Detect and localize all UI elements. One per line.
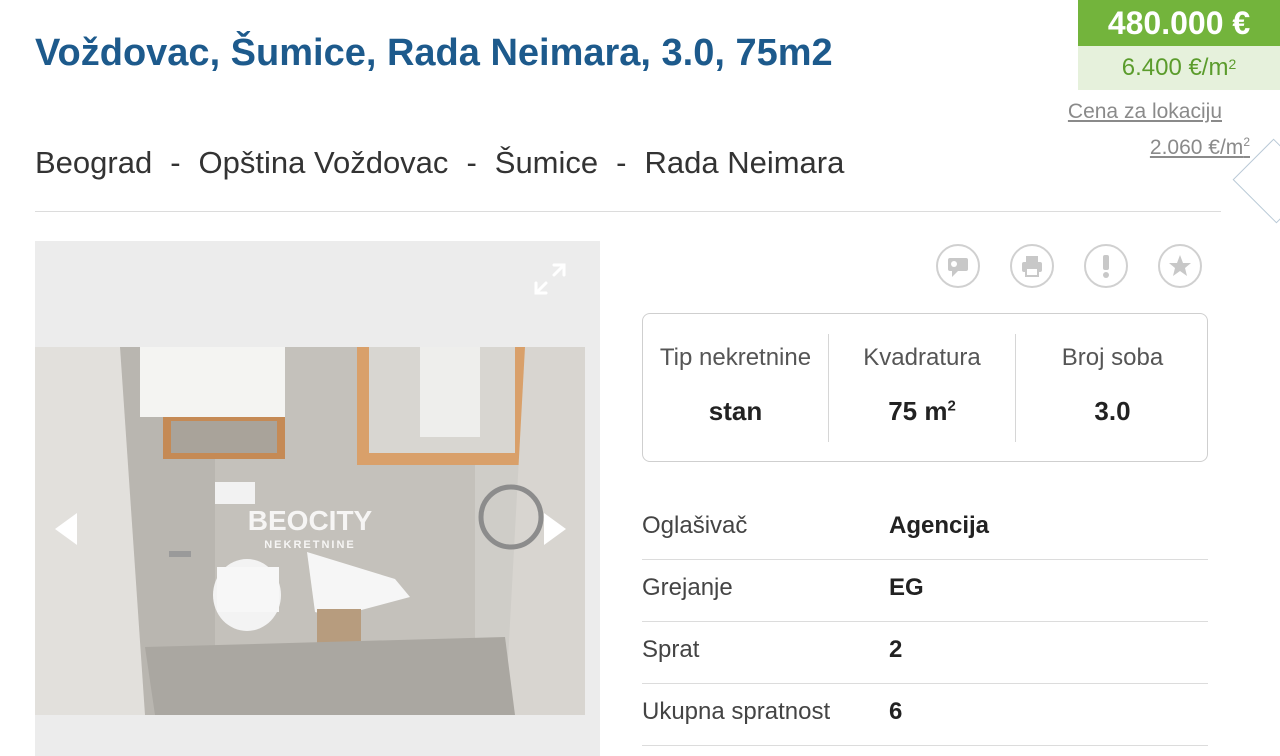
message-icon xyxy=(948,258,968,277)
breadcrumb-separator: - xyxy=(170,145,181,180)
summary-type-value: stan xyxy=(708,396,763,426)
favorite-star-icon xyxy=(1169,255,1191,276)
detail-key: Ukupna spratnost xyxy=(642,698,831,725)
summary-area-value: 75 m2 xyxy=(829,396,1015,427)
summary-area-exp: 2 xyxy=(947,397,956,415)
detail-value: EG xyxy=(889,574,924,601)
print-button[interactable] xyxy=(1010,244,1054,288)
price-per-m2: 6.400 €/m 2 xyxy=(1078,46,1280,90)
location-price-number: 2.060 €/m xyxy=(1149,136,1244,159)
summary-rooms-value: 3.0 xyxy=(1094,396,1131,426)
listing-title: Voždovac, Šumice, Rada Neimara, 3.0, 75m… xyxy=(35,32,833,74)
detail-row-total-floors: Ukupna spratnost 6 xyxy=(642,684,1208,746)
detail-value: Agencija xyxy=(889,512,990,539)
detail-value: 6 xyxy=(889,698,903,725)
summary-type-label: Tip nekretnine xyxy=(659,344,812,371)
bathroom-photo: BEOCITY NEKRETNINE xyxy=(35,347,585,715)
summary-rooms-label: Broj soba xyxy=(1061,344,1164,371)
price-per-m2-exp: 2 xyxy=(1228,56,1237,72)
breadcrumb: Beograd - Opština Voždovac - Šumice - Rada Nei… xyxy=(35,143,844,183)
detail-value: 2 xyxy=(889,636,903,663)
photo-gallery: BEOCITY NEKRETNINE xyxy=(35,241,600,756)
price-total: 480.000 € xyxy=(1078,0,1280,46)
price-per-m2-value: 6.400 €/m xyxy=(1121,54,1229,81)
arrow-right-icon[interactable] xyxy=(540,511,570,547)
report-icon xyxy=(1103,255,1109,278)
header-divider xyxy=(35,211,1221,212)
watermark-logo: BEOCITY xyxy=(248,505,373,536)
breadcrumb-separator: - xyxy=(616,145,627,180)
print-icon xyxy=(1022,256,1042,277)
detail-row-advertiser: Oglašivač Agencija xyxy=(642,498,1208,560)
expand-icon[interactable] xyxy=(532,261,568,297)
location-price-value[interactable]: 2.060 €/m2 xyxy=(1150,135,1250,160)
watermark-sub: NEKRETNINE xyxy=(264,539,356,551)
summary-area-label: Kvadratura xyxy=(863,344,981,371)
location-price-exp: 2 xyxy=(1243,135,1250,149)
breadcrumb-municipality[interactable]: Opština Voždovac xyxy=(199,145,449,180)
breadcrumb-street[interactable]: Rada Neimara xyxy=(644,145,844,180)
summary-area-number: 75 m xyxy=(888,396,948,426)
property-details: Oglašivač Agencija Grejanje EG Sprat 2 U… xyxy=(642,498,1208,746)
message-button[interactable] xyxy=(936,244,980,288)
summary-type: Tip nekretnine stan xyxy=(643,314,828,463)
location-price-link[interactable]: Cena za lokaciju xyxy=(1068,100,1222,124)
detail-key: Sprat xyxy=(642,636,700,663)
breadcrumb-separator: - xyxy=(466,145,477,180)
property-summary: Tip nekretnine stan Kvadratura 75 m2 Bro… xyxy=(642,313,1208,462)
detail-row-heating: Grejanje EG xyxy=(642,560,1208,622)
summary-rooms: Broj soba 3.0 xyxy=(1016,314,1209,463)
detail-key: Grejanje xyxy=(642,574,733,601)
breadcrumb-city[interactable]: Beograd xyxy=(35,145,152,180)
report-button[interactable] xyxy=(1084,244,1128,288)
detail-key: Oglašivač xyxy=(642,512,748,539)
breadcrumb-neighborhood[interactable]: Šumice xyxy=(495,145,598,180)
listing-photo[interactable]: BEOCITY NEKRETNINE xyxy=(35,347,585,715)
favorite-button[interactable] xyxy=(1158,244,1202,288)
summary-area: Kvadratura 75 m2 xyxy=(829,314,1015,463)
detail-row-floor: Sprat 2 xyxy=(642,622,1208,684)
arrow-left-icon[interactable] xyxy=(51,511,81,547)
